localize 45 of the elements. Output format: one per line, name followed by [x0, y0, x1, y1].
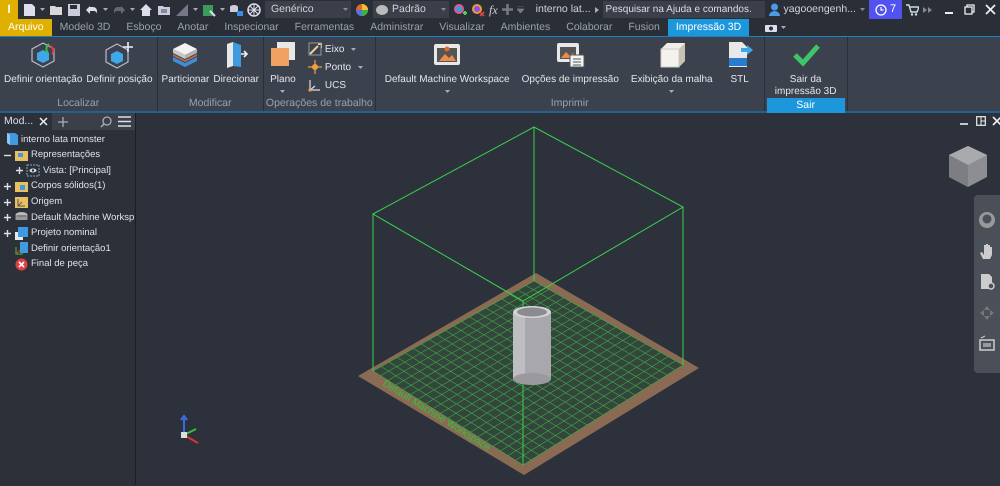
tree-item[interactable]: Final de peça: [31, 257, 88, 272]
ribbon-tab[interactable]: Administrar: [362, 19, 432, 36]
ribbon-tab[interactable]: Inspecionar: [216, 19, 287, 36]
tree-item[interactable]: Definir orientação1: [31, 242, 111, 256]
style-select[interactable]: Genérico: [265, 1, 351, 18]
ribbon-tab[interactable]: Ferramentas: [286, 19, 362, 36]
function-button[interactable]: fx: [489, 0, 498, 18]
ribbon-button[interactable]: Default Machine Workspace: [384, 40, 511, 93]
tree-item[interactable]: Projeto nominal: [31, 226, 98, 240]
ribbon-tab[interactable]: Ambientes: [492, 19, 558, 36]
document-title: interno lat...: [536, 2, 591, 17]
ribbon-button[interactable]: STL: [724, 40, 756, 86]
tree-item[interactable]: Origem: [31, 195, 62, 210]
tree-item[interactable]: Corpos sólidos(1): [31, 179, 106, 194]
search-field[interactable]: Pesquisar na Ajuda e comandos.: [602, 1, 765, 18]
panel-title: Modificar: [188, 96, 233, 111]
panel-title: Localizar: [56, 96, 100, 111]
panel-title: Imprimir: [550, 96, 590, 111]
user-menu[interactable]: yagooengenh...: [784, 2, 865, 18]
ribbon-tab[interactable]: Visualizar: [431, 19, 493, 36]
ribbon-tab[interactable]: Anotar: [169, 19, 216, 36]
ribbon-button[interactable]: Particionar: [160, 40, 210, 86]
ribbon-tab[interactable]: Modelo 3D: [52, 19, 118, 36]
tree-item[interactable]: Representações: [31, 148, 100, 163]
tree-item[interactable]: interno lata monster: [21, 132, 105, 147]
ribbon-tab[interactable]: Colaborar: [558, 19, 620, 36]
appearance-select[interactable]: Padrão: [373, 1, 449, 18]
ribbon-button[interactable]: Sair da impressão 3D: [768, 40, 844, 98]
ribbon-button[interactable]: Ponto: [306, 58, 364, 76]
ribbon-button[interactable]: UCS: [306, 76, 364, 94]
ribbon-button[interactable]: Definir posição: [85, 40, 154, 86]
tree-item[interactable]: Vista: [Principal]: [43, 164, 111, 178]
ribbon-button[interactable]: Plano: [266, 40, 299, 93]
ribbon-button[interactable]: Direcionar: [212, 40, 260, 86]
ribbon-button[interactable]: Eixo: [306, 40, 364, 58]
ribbon-button[interactable]: Opções de impressão: [520, 40, 620, 86]
panel-title: Sair: [766, 98, 845, 113]
browser-tab[interactable]: Mod...: [0, 113, 52, 130]
notifications-button[interactable]: 7: [868, 0, 902, 19]
panel-title: Operações de trabalho: [266, 96, 373, 111]
ribbon-tab[interactable]: Esboço: [118, 19, 170, 36]
tree-item[interactable]: Default Machine Worksp: [31, 210, 134, 225]
ribbon-button[interactable]: Exibição da malha: [630, 40, 714, 93]
ribbon-tab[interactable]: Fusion: [620, 19, 668, 36]
ribbon-button[interactable]: Definir orientação: [3, 40, 84, 86]
